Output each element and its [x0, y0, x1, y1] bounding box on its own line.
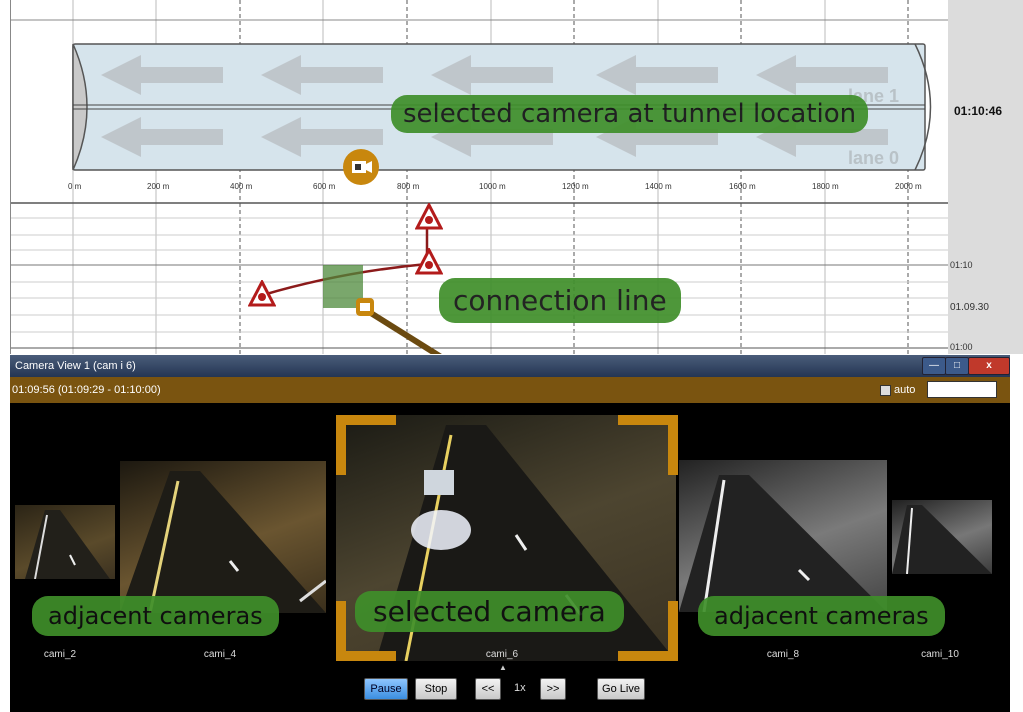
- distance-tick: 400 m: [230, 182, 253, 191]
- distance-tick: 1600 m: [729, 182, 756, 191]
- callout-adjacent-right: adjacent cameras: [698, 596, 945, 636]
- video-camera-icon: [360, 303, 370, 311]
- camera-view-window: Camera View 1 (cam i 6) — □ x 01:09:56 (…: [10, 355, 1010, 712]
- distance-tick: 2000 m: [895, 182, 922, 191]
- distance-tick: 200 m: [147, 182, 170, 191]
- camera-label: cami_8: [766, 649, 800, 660]
- camera-label: cami_4: [203, 649, 237, 660]
- callout-tunnel-location: selected camera at tunnel location: [391, 95, 869, 133]
- camera-label: cami_6: [485, 649, 519, 660]
- incident-warning-icon[interactable]: [247, 278, 277, 313]
- callout-connection-line: connection line: [439, 278, 681, 323]
- distance-tick: 1800 m: [812, 182, 839, 191]
- distance-tick: 1200 m: [562, 182, 589, 191]
- tunnel-map: lane 1 lane 0 0 m 200 m 400 m 600 m 800 …: [10, 0, 949, 354]
- distance-tick: 800 m: [397, 182, 420, 191]
- distance-tick: 1000 m: [479, 182, 506, 191]
- caret-up-icon: ▲: [499, 663, 507, 672]
- distance-tick: 1400 m: [645, 182, 672, 191]
- stop-button[interactable]: Stop: [415, 678, 457, 700]
- selected-camera-marker[interactable]: [343, 149, 379, 185]
- time-range: 01:09:56 (01:09:29 - 01:10:00): [12, 384, 161, 396]
- current-time: 01:10:46: [954, 104, 1003, 118]
- incident-warning-icon[interactable]: [414, 201, 444, 236]
- pause-button[interactable]: Pause: [364, 678, 408, 700]
- chevron-down-icon: ▼: [984, 385, 993, 395]
- camera-feed-cami-2[interactable]: [15, 505, 115, 579]
- camera-feed-cami-4[interactable]: [120, 461, 326, 613]
- lane-label: lane 0: [848, 148, 900, 168]
- go-live-button[interactable]: Go Live: [597, 678, 645, 700]
- auto-label: auto: [894, 384, 916, 396]
- window-title: Camera View 1 (cam i 6): [15, 360, 136, 372]
- distance-tick: 600 m: [313, 182, 336, 191]
- maximize-button[interactable]: □: [945, 357, 969, 375]
- rewind-button[interactable]: <<: [475, 678, 501, 700]
- camera-label: cami_2: [43, 649, 77, 660]
- camera-info-bar: 01:09:56 (01:09:29 - 01:10:00) auto cam_…: [10, 377, 1010, 403]
- playback-speed: 1x: [514, 682, 526, 694]
- auto-checkbox[interactable]: [880, 385, 891, 396]
- camera-select-value: cam_i_6: [931, 384, 973, 396]
- timeline-sidebar[interactable]: 01:10:46 01:10 01.09.30 01:00: [948, 0, 1023, 354]
- callout-adjacent-left: adjacent cameras: [32, 596, 279, 636]
- camera-select[interactable]: cam_i_6 ▼: [927, 381, 997, 398]
- close-button[interactable]: x: [968, 357, 1010, 375]
- camera-label: cami_10: [921, 649, 959, 660]
- incident-warning-icon[interactable]: [414, 246, 444, 281]
- minimize-button[interactable]: —: [922, 357, 946, 375]
- callout-selected-camera: selected camera: [355, 591, 624, 632]
- camera-feed-cami-10[interactable]: [892, 500, 992, 574]
- time-tick: 01:10: [950, 260, 973, 270]
- window-titlebar[interactable]: Camera View 1 (cam i 6) — □ x: [10, 355, 1010, 377]
- camera-feed-cami-8[interactable]: [679, 460, 887, 612]
- fast-forward-button[interactable]: >>: [540, 678, 566, 700]
- camera-marker-small[interactable]: [356, 298, 374, 316]
- video-camera-icon: [352, 161, 372, 173]
- time-tick: 01:00: [950, 342, 973, 352]
- time-tick: 01.09.30: [950, 302, 989, 313]
- distance-tick: 0 m: [68, 182, 82, 191]
